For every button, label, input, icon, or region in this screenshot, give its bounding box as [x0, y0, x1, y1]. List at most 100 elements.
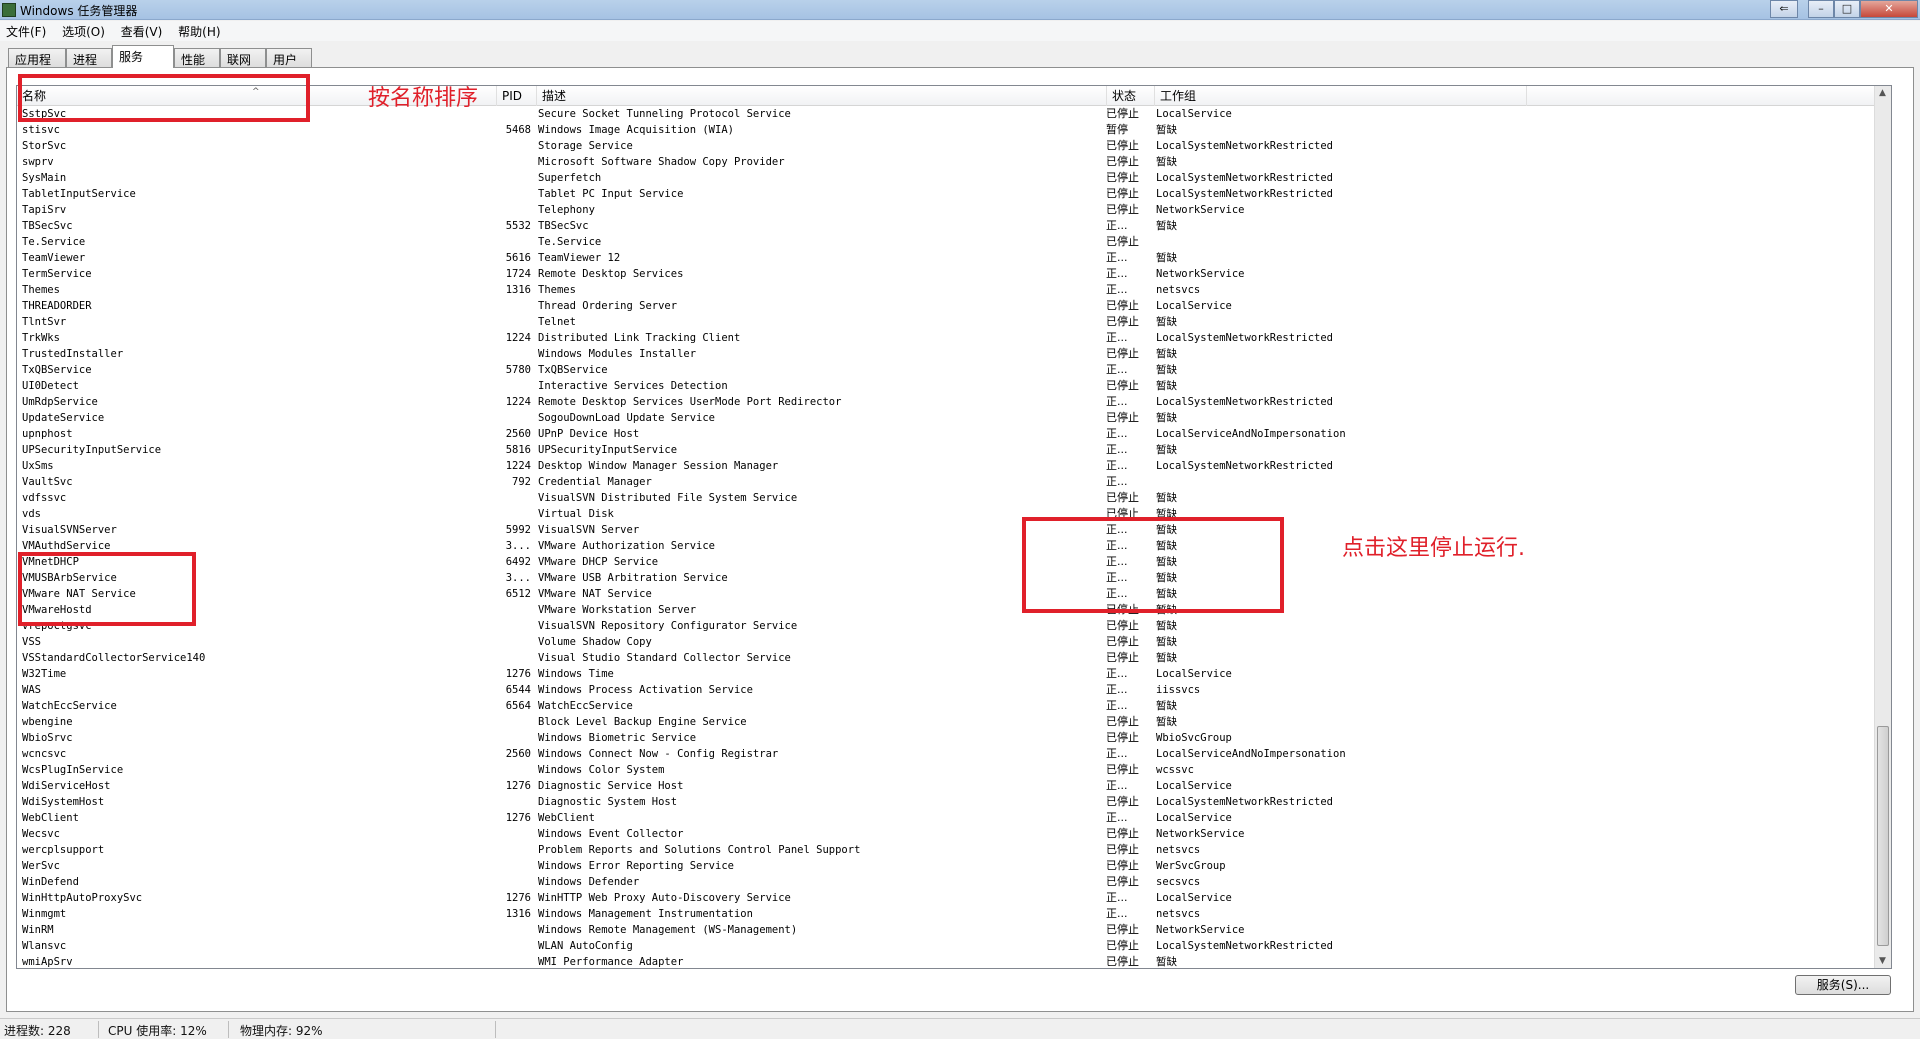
table-row[interactable]: Themes 1316 Themes 正... netsvcs — [17, 282, 1891, 298]
service-name: WinHttpAutoProxySvc — [22, 892, 143, 904]
table-row[interactable]: Wlansvc WLAN AutoConfig 已停止 LocalSystemNetw… — [17, 938, 1891, 954]
service-name: UI0Detect — [22, 380, 79, 392]
scrollbar-thumb[interactable] — [1877, 726, 1889, 946]
table-row[interactable]: Wecsvc Windows Event Collector 已停止 NetworkS… — [17, 826, 1891, 842]
table-row[interactable]: WinDefend Windows Defender 已停止 secsvcs — [17, 874, 1891, 890]
table-row[interactable]: UpdateService SogouDownLoad Update Servic… — [17, 410, 1891, 426]
table-row[interactable]: TapiSrv Telephony 已停止 NetworkService — [17, 202, 1891, 218]
close-button[interactable]: ✕ — [1860, 0, 1918, 18]
table-row[interactable]: vrepoctgsvc VisualSVN Repository Configur… — [17, 618, 1891, 634]
table-row[interactable]: Te.Service Te.Service 已停止 — [17, 234, 1891, 250]
table-row[interactable]: stisvc 5468 Windows Image Acquisition (WIA… — [17, 122, 1891, 138]
service-status: 已停止 — [1106, 923, 1139, 936]
tab-applications[interactable]: 应用程序 — [8, 48, 66, 84]
table-row[interactable]: Winmgmt 1316 Windows Management Instrument… — [17, 906, 1891, 922]
menu-file[interactable]: 文件(F) — [0, 21, 52, 42]
column-header-description[interactable]: 描述 — [537, 86, 1107, 106]
menu-help[interactable]: 帮助(H) — [172, 21, 226, 42]
table-row[interactable]: VMAuthdService 3... VMware Authorization S… — [17, 538, 1891, 554]
service-group: LocalServiceAndNoImpersonation — [1156, 748, 1346, 760]
table-row[interactable]: VaultSvc 792 Credential Manager 正... — [17, 474, 1891, 490]
vertical-scrollbar[interactable]: ▲ ▼ — [1874, 86, 1891, 968]
table-row[interactable]: SysMain Superfetch 已停止 LocalSystemNetworkRe… — [17, 170, 1891, 186]
table-row[interactable]: TBSecSvc 5532 TBSecSvc 正... 暂缺 — [17, 218, 1891, 234]
menu-options[interactable]: 选项(O) — [56, 21, 111, 42]
table-row[interactable]: WbioSrvc Windows Biometric Service 已停止 Wbio… — [17, 730, 1891, 746]
table-row[interactable]: TabletInputService Tablet PC Input Servic… — [17, 186, 1891, 202]
column-header-status[interactable]: 状态 — [1107, 86, 1155, 106]
table-row[interactable]: TrkWks 1224 Distributed Link Tracking Clie… — [17, 330, 1891, 346]
table-row[interactable]: wmiApSrv WMI Performance Adapter 已停止 暂缺 — [17, 954, 1891, 968]
service-status: 正... — [1106, 427, 1128, 440]
table-row[interactable]: WdiServiceHost 1276 Diagnostic Service Hos… — [17, 778, 1891, 794]
service-description: Windows Process Activation Service — [538, 684, 753, 696]
service-status: 暂停 — [1106, 123, 1128, 136]
table-row[interactable]: vds Virtual Disk 已停止 暂缺 — [17, 506, 1891, 522]
table-row[interactable]: WinRM Windows Remote Management (WS-Manag… — [17, 922, 1891, 938]
table-row[interactable]: WAS 6544 Windows Process Activation Servic… — [17, 682, 1891, 698]
table-row[interactable]: vdfssvc VisualSVN Distributed File System… — [17, 490, 1891, 506]
table-row[interactable]: wercplsupport Problem Reports and Solutio… — [17, 842, 1891, 858]
table-row[interactable]: swprv Microsoft Software Shadow Copy Prov… — [17, 154, 1891, 170]
minimize-button[interactable]: – — [1808, 0, 1834, 18]
column-header-group[interactable]: 工作组 — [1155, 86, 1527, 106]
service-group: 暂缺 — [1156, 716, 1177, 728]
service-status: 已停止 — [1106, 651, 1139, 664]
scroll-down-icon[interactable]: ▼ — [1879, 956, 1886, 966]
table-row[interactable]: upnphost 2560 UPnP Device Host 正... LocalSer… — [17, 426, 1891, 442]
services-list[interactable]: 名称 ^ PID 描述 状态 工作组 SstpSvc Secure Socket … — [16, 85, 1892, 969]
service-name: TabletInputService — [22, 188, 136, 200]
tab-services[interactable]: 服务 — [112, 45, 174, 68]
service-pid: 1316 — [505, 284, 531, 296]
scroll-up-icon[interactable]: ▲ — [1879, 88, 1886, 98]
tab-networking[interactable]: 联网 — [220, 48, 266, 68]
table-row[interactable]: VMwareHostd VMware Workstation Server 已停止暂… — [17, 602, 1891, 618]
tab-users[interactable]: 用户 — [266, 48, 312, 68]
service-name: wcncsvc — [22, 748, 67, 760]
tab-processes[interactable]: 进程 — [66, 48, 112, 68]
table-row[interactable]: WatchEccService 6564 WatchEccService 正... 暂缺 — [17, 698, 1891, 714]
table-row[interactable]: StorSvc Storage Service 已停止 LocalSystemNetw… — [17, 138, 1891, 154]
table-row[interactable]: wbengine Block Level Backup Engine Servic… — [17, 714, 1891, 730]
table-row[interactable]: WerSvc Windows Error Reporting Service 已停止… — [17, 858, 1891, 874]
services-button[interactable]: 服务(S)... — [1795, 975, 1891, 995]
table-row[interactable]: VMnetDHCP 6492 VMware DHCP Service 正... 暂缺 — [17, 554, 1891, 570]
service-name: swprv — [22, 156, 54, 168]
service-description: Distributed Link Tracking Client — [538, 332, 741, 344]
service-description: WinHTTP Web Proxy Auto-Discovery Service — [538, 892, 791, 904]
service-group: WerSvcGroup — [1156, 860, 1226, 872]
service-status: 已停止 — [1106, 139, 1139, 152]
table-row[interactable]: TermService 1724 Remote Desktop Services 正.… — [17, 266, 1891, 282]
table-row[interactable]: TxQBService 5780 TxQBService 正... 暂缺 — [17, 362, 1891, 378]
service-description: Themes — [538, 284, 576, 296]
table-row[interactable]: TlntSvr Telnet 已停止 暂缺 — [17, 314, 1891, 330]
table-row[interactable]: UmRdpService 1224 Remote Desktop Services … — [17, 394, 1891, 410]
table-row[interactable]: WcsPlugInService Windows Color System 已停止 w… — [17, 762, 1891, 778]
extra-window-button[interactable]: ⇐ — [1770, 0, 1798, 18]
table-row[interactable]: VSS Volume Shadow Copy 已停止 暂缺 — [17, 634, 1891, 650]
table-row[interactable]: UI0Detect Interactive Services Detection 已… — [17, 378, 1891, 394]
tab-performance[interactable]: 性能 — [174, 48, 220, 68]
table-row[interactable]: TeamViewer 5616 TeamViewer 12 正... 暂缺 — [17, 250, 1891, 266]
table-row[interactable]: VMUSBArbService 3... VMware USB Arbitratio… — [17, 570, 1891, 586]
table-row[interactable]: VSStandardCollectorService140 Visual Stud… — [17, 650, 1891, 666]
service-pid: 1276 — [505, 780, 531, 792]
table-row[interactable]: UxSms 1224 Desktop Window Manager Session … — [17, 458, 1891, 474]
table-row[interactable]: WinHttpAutoProxySvc 1276 WinHTTP Web Proxy… — [17, 890, 1891, 906]
service-pid: 792 — [512, 476, 531, 488]
table-row[interactable]: WdiSystemHost Diagnostic System Host 已停止 Lo… — [17, 794, 1891, 810]
table-row[interactable]: W32Time 1276 Windows Time 正... LocalService — [17, 666, 1891, 682]
table-row[interactable]: UPSecurityInputService 5816 UPSecurityInpu… — [17, 442, 1891, 458]
table-row[interactable]: VisualSVNServer 5992 VisualSVN Server 正... 暂… — [17, 522, 1891, 538]
menu-view[interactable]: 查看(V) — [115, 21, 169, 42]
table-row[interactable]: VMware NAT Service 6512 VMware NAT Service… — [17, 586, 1891, 602]
table-row[interactable]: wcncsvc 2560 Windows Connect Now - Config … — [17, 746, 1891, 762]
column-header-pid[interactable]: PID — [497, 86, 537, 106]
service-name: TxQBService — [22, 364, 92, 376]
table-row[interactable]: TrustedInstaller Windows Modules Installe… — [17, 346, 1891, 362]
maximize-button[interactable]: □ — [1834, 0, 1860, 18]
service-pid: 5816 — [505, 444, 531, 456]
table-row[interactable]: WebClient 1276 WebClient 正... LocalService — [17, 810, 1891, 826]
table-row[interactable]: THREADORDER Thread Ordering Server 已停止 Loca… — [17, 298, 1891, 314]
status-cpu-usage: CPU 使用率: 12% — [108, 1024, 207, 1038]
